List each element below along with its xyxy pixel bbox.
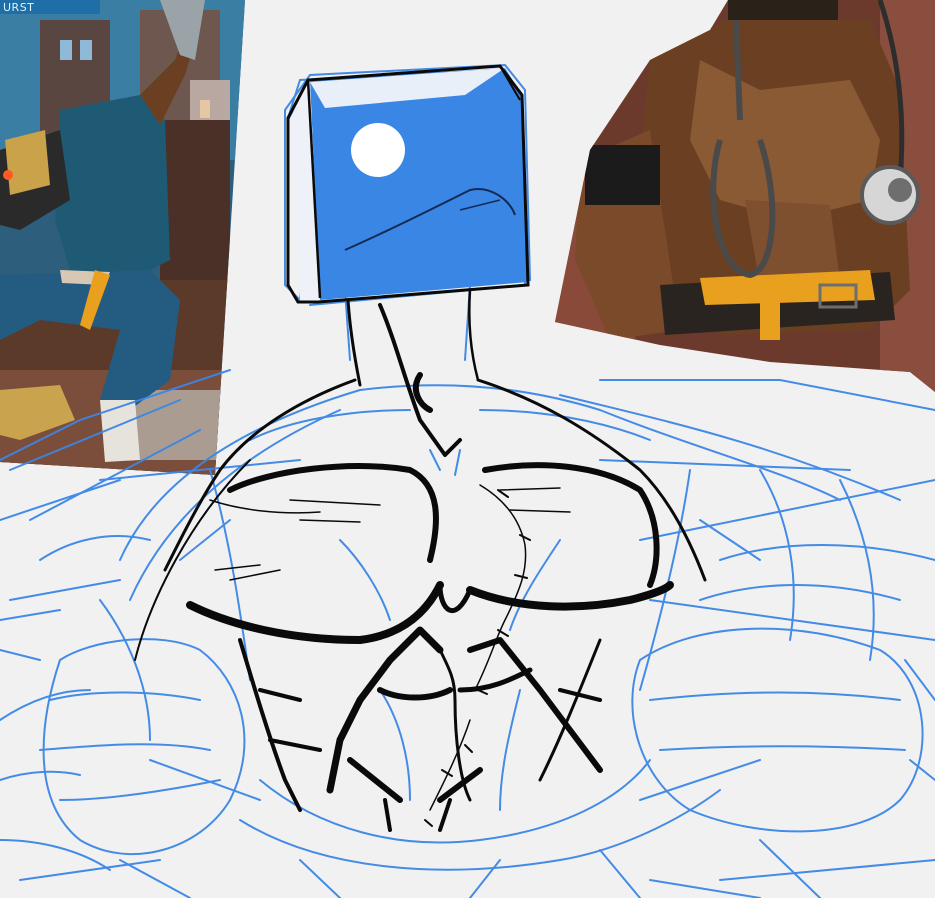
drawing-canvas[interactable]: URST [0,0,935,898]
sketch-head [286,64,530,304]
reference-image-left[interactable]: URST [0,0,250,480]
hud-label: URST [3,1,34,14]
